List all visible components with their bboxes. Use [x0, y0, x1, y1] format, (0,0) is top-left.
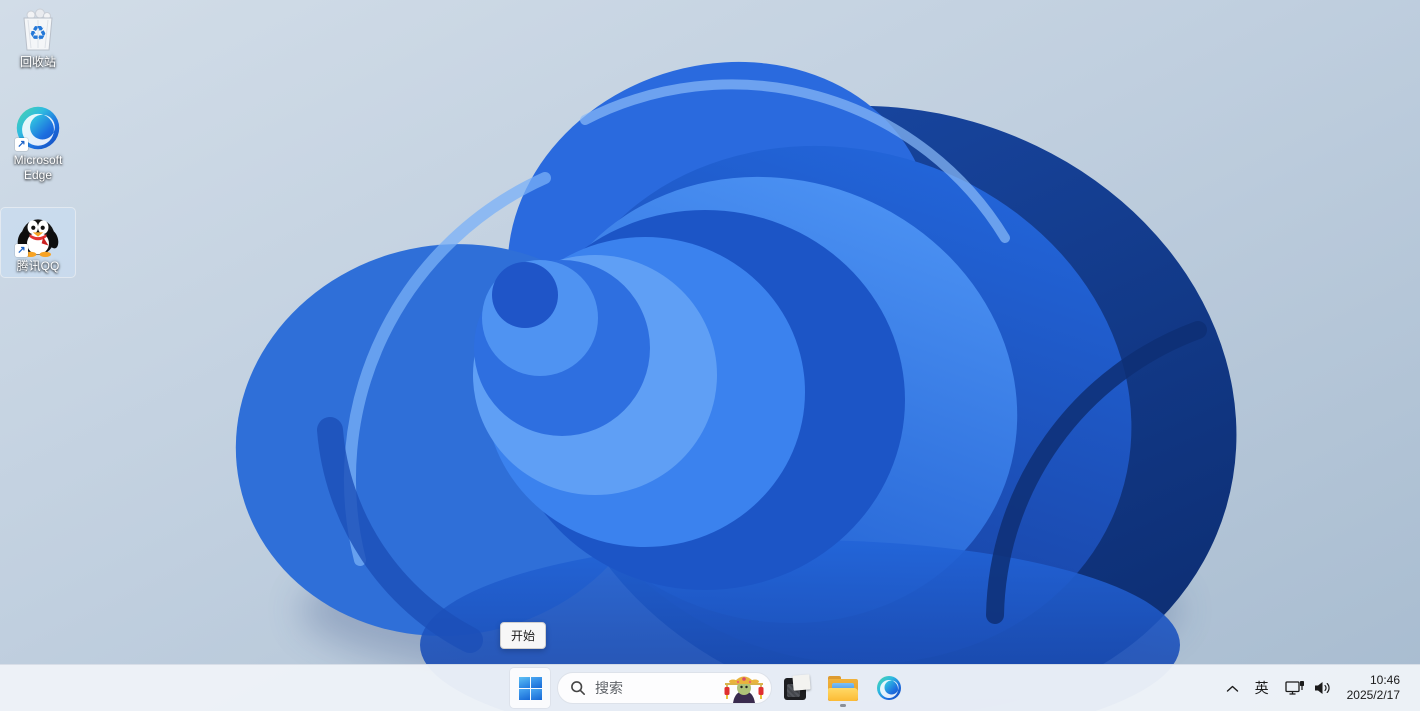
edge-icon: [877, 676, 901, 700]
speaker-icon: [1314, 682, 1330, 694]
windows-logo-icon: [518, 676, 542, 700]
network-ethernet-icon: [1284, 681, 1304, 695]
start-button[interactable]: [510, 668, 550, 708]
desktop-icon-label: 腾讯QQ: [16, 259, 60, 273]
tray-chevron-button[interactable]: [1219, 669, 1246, 707]
start-button-tooltip: 开始: [500, 622, 547, 649]
desktop-icon-label: 回收站: [19, 55, 56, 69]
taskbar-app-dark-app[interactable]: [776, 668, 818, 708]
tray-clock-button[interactable]: 10:46 2025/2/17: [1340, 669, 1407, 707]
running-indicator: [840, 704, 846, 707]
clock-time: 10:46: [1369, 673, 1400, 687]
qq-festive-penguin-icon: [724, 676, 764, 703]
search-icon: [571, 681, 585, 695]
recycle-bin-icon: ♻: [23, 8, 53, 51]
shortcut-arrow-icon: ↗: [15, 244, 28, 257]
taskbar-app-microsoft-edge[interactable]: [868, 668, 910, 708]
wallpaper-bloom: [0, 0, 1420, 711]
desktop-icon-tencent-qq[interactable]: ↗ 腾讯QQ: [0, 207, 76, 278]
taskbar-center-group: 搜索: [510, 665, 910, 711]
desktop[interactable]: ♻ 回收站 ↗ Microsoft Edge ↗ 腾讯QQ 开始 搜索 英 10…: [0, 0, 1420, 711]
desktop-icon-label: Microsoft Edge: [13, 153, 63, 182]
clock-date: 2025/2/17: [1346, 688, 1400, 702]
taskbar-app-file-explorer[interactable]: [822, 668, 864, 708]
tray-network-volume-button[interactable]: [1278, 669, 1338, 707]
svg-text:♻: ♻: [29, 21, 47, 45]
file-explorer-icon: [828, 675, 858, 701]
system-tray: 英 10:46 2025/2/17: [1219, 665, 1420, 711]
search-box[interactable]: 搜索: [557, 672, 772, 704]
shortcut-arrow-icon: ↗: [15, 138, 28, 151]
chevron-up-icon: [1226, 685, 1238, 692]
taskbar: 搜索 英 10:46 2025/2/17: [0, 664, 1420, 711]
dark-app-icon: [784, 674, 811, 701]
desktop-icon-recycle-bin[interactable]: ♻ 回收站: [1, 4, 75, 73]
desktop-icon-microsoft-edge[interactable]: ↗ Microsoft Edge: [1, 102, 75, 186]
search-placeholder: 搜索: [595, 680, 623, 696]
ime-indicator[interactable]: 英: [1248, 669, 1276, 707]
